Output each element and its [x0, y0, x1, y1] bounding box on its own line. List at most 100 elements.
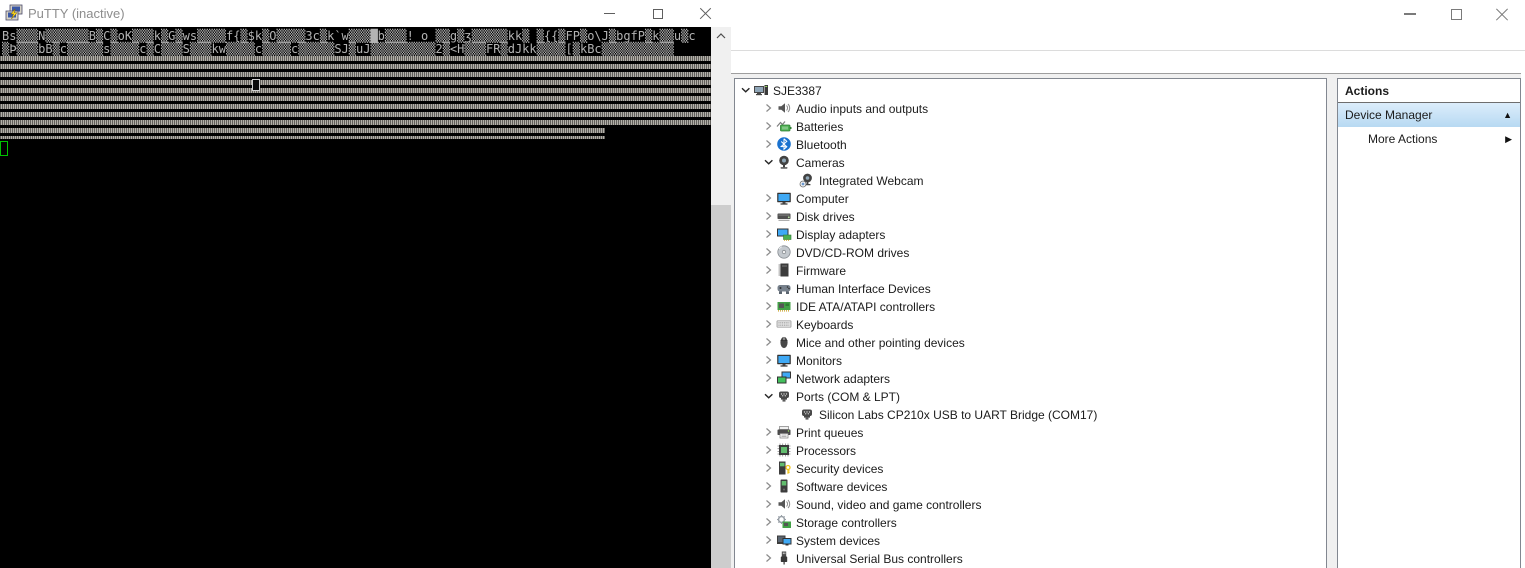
putty-window-title: PuTTY (inactive) — [28, 6, 125, 21]
chevron-right-icon[interactable] — [762, 424, 775, 440]
tree-item-sje3387[interactable]: SJE3387 — [735, 81, 1326, 99]
tree-item-label: System devices — [796, 533, 881, 548]
tree-item-label: Storage controllers — [796, 515, 897, 530]
chevron-right-icon[interactable] — [762, 334, 775, 350]
chevron-right-icon[interactable] — [762, 460, 775, 476]
chevron-down-icon[interactable] — [739, 82, 752, 98]
chevron-right-icon[interactable] — [762, 100, 775, 116]
putty-scrollbar-thumb[interactable] — [711, 205, 731, 568]
tree-item-label: SJE3387 — [773, 83, 822, 98]
terminal-cursor — [0, 141, 8, 156]
chevron-right-icon[interactable] — [762, 136, 775, 152]
putty-window: PuTTY (inactive) Bs▒▒▒N▒▒▒▒▒▒B▒C▒oK▒▒▒k▒… — [0, 0, 731, 568]
tree-item-network-adapters[interactable]: Network adapters — [735, 369, 1326, 387]
tree-item-display-adapters[interactable]: Display adapters — [735, 225, 1326, 243]
device-tree-panel[interactable]: SJE3387 Audio inputs and outputs Batteries… — [734, 78, 1327, 568]
ide-icon — [776, 298, 792, 314]
tree-item-label: Sound, video and game controllers — [796, 497, 982, 512]
chevron-right-icon[interactable] — [762, 370, 775, 386]
tree-item-integrated-webcam[interactable]: Integrated Webcam — [735, 171, 1326, 189]
tree-item-mice-and-other-pointing-devices[interactable]: Mice and other pointing devices — [735, 333, 1326, 351]
putty-maximize-button[interactable] — [641, 0, 675, 27]
security-icon — [776, 460, 792, 476]
tree-item-monitors[interactable]: Monitors — [735, 351, 1326, 369]
serial-port-icon — [799, 406, 815, 422]
chevron-right-icon[interactable] — [762, 352, 775, 368]
chevron-right-icon[interactable] — [762, 550, 775, 566]
chevron-right-icon[interactable] — [762, 208, 775, 224]
tree-item-cameras[interactable]: Cameras — [735, 153, 1326, 171]
printer-icon — [776, 424, 792, 440]
mouse-icon — [776, 334, 792, 350]
chevron-right-icon[interactable] — [762, 118, 775, 134]
bluetooth-icon — [776, 136, 792, 152]
chevron-down-icon[interactable] — [762, 154, 775, 170]
tree-item-audio-inputs-and-outputs[interactable]: Audio inputs and outputs — [735, 99, 1326, 117]
minimize-icon — [603, 12, 615, 15]
tree-item-label: Disk drives — [796, 209, 855, 224]
storage-icon — [776, 514, 792, 530]
tree-item-universal-serial-bus-controllers[interactable]: Universal Serial Bus controllers — [735, 549, 1326, 567]
chevron-down-icon[interactable] — [762, 388, 775, 404]
tree-item-dvd-cd-rom-drives[interactable]: DVD/CD-ROM drives — [735, 243, 1326, 261]
terminal-noise-block — [0, 56, 711, 128]
putty-scrollbar[interactable] — [711, 27, 731, 568]
tree-item-bluetooth[interactable]: Bluetooth — [735, 135, 1326, 153]
tree-item-label: Human Interface Devices — [796, 281, 931, 296]
chevron-right-icon[interactable] — [762, 226, 775, 242]
chevron-right-icon[interactable] — [762, 298, 775, 314]
tree-item-disk-drives[interactable]: Disk drives — [735, 207, 1326, 225]
putty-titlebar[interactable]: PuTTY (inactive) — [0, 0, 731, 27]
network-icon — [776, 370, 792, 386]
tree-item-system-devices[interactable]: System devices — [735, 531, 1326, 549]
device-manager-maximize-button[interactable] — [1441, 0, 1471, 28]
collapse-arrow-icon[interactable]: ▲ — [1503, 103, 1512, 127]
chevron-right-icon[interactable] — [762, 532, 775, 548]
processor-icon — [776, 442, 792, 458]
actions-panel: Actions Device Manager ▲ More Actions ▶ — [1337, 78, 1521, 568]
actions-panel-header: Actions — [1338, 79, 1520, 103]
tree-item-firmware[interactable]: Firmware — [735, 261, 1326, 279]
tree-item-security-devices[interactable]: Security devices — [735, 459, 1326, 477]
tree-item-ide-ata-atapi-controllers[interactable]: IDE ATA/ATAPI controllers — [735, 297, 1326, 315]
device-manager-titlebar[interactable] — [731, 0, 1525, 50]
putty-close-button[interactable] — [688, 0, 722, 27]
putty-terminal[interactable]: Bs▒▒▒N▒▒▒▒▒▒B▒C▒oK▒▒▒k▒G▒ws▒▒▒▒f{▒$k▒O▒▒… — [0, 27, 711, 568]
tree-item-software-devices[interactable]: Software devices — [735, 477, 1326, 495]
chevron-right-icon[interactable] — [762, 478, 775, 494]
chevron-right-icon[interactable] — [762, 496, 775, 512]
tree-item-label: Ports (COM & LPT) — [796, 389, 901, 404]
tree-item-label: Software devices — [796, 479, 888, 494]
audio-icon — [776, 100, 792, 116]
tree-item-computer[interactable]: Computer — [735, 189, 1326, 207]
chevron-right-icon[interactable] — [762, 280, 775, 296]
tree-item-processors[interactable]: Processors — [735, 441, 1326, 459]
tree-item-label: Audio inputs and outputs — [796, 101, 929, 116]
tree-item-human-interface-devices[interactable]: Human Interface Devices — [735, 279, 1326, 297]
tree-item-silicon-labs-cp210x-usb-to-uart-bridge-com17[interactable]: Silicon Labs CP210x USB to UART Bridge (… — [735, 405, 1326, 423]
chevron-right-icon[interactable] — [762, 190, 775, 206]
chevron-right-icon[interactable] — [762, 514, 775, 530]
expand-arrow-icon[interactable]: ▶ — [1505, 127, 1512, 151]
tree-item-label: IDE ATA/ATAPI controllers — [796, 299, 936, 314]
tree-item-ports-com-lpt[interactable]: Ports (COM & LPT) — [735, 387, 1326, 405]
tree-item-storage-controllers[interactable]: Storage controllers — [735, 513, 1326, 531]
tree-item-sound-video-and-game-controllers[interactable]: Sound, video and game controllers — [735, 495, 1326, 513]
tree-item-label: Display adapters — [796, 227, 886, 242]
action-more-actions[interactable]: More Actions ▶ — [1338, 127, 1520, 151]
chevron-right-icon[interactable] — [762, 442, 775, 458]
tree-item-label: DVD/CD-ROM drives — [796, 245, 910, 260]
tree-item-batteries[interactable]: Batteries — [735, 117, 1326, 135]
tree-item-label: Security devices — [796, 461, 884, 476]
tree-item-print-queues[interactable]: Print queues — [735, 423, 1326, 441]
action-device-manager[interactable]: Device Manager ▲ — [1338, 103, 1520, 127]
chevron-right-icon[interactable] — [762, 316, 775, 332]
tree-item-keyboards[interactable]: Keyboards — [735, 315, 1326, 333]
chevron-right-icon[interactable] — [762, 244, 775, 260]
device-manager-minimize-button[interactable] — [1395, 0, 1425, 28]
device-manager-close-button[interactable] — [1487, 0, 1517, 28]
putty-minimize-button[interactable] — [592, 0, 626, 27]
scroll-up-arrow-icon[interactable] — [711, 27, 731, 44]
chevron-right-icon[interactable] — [762, 262, 775, 278]
